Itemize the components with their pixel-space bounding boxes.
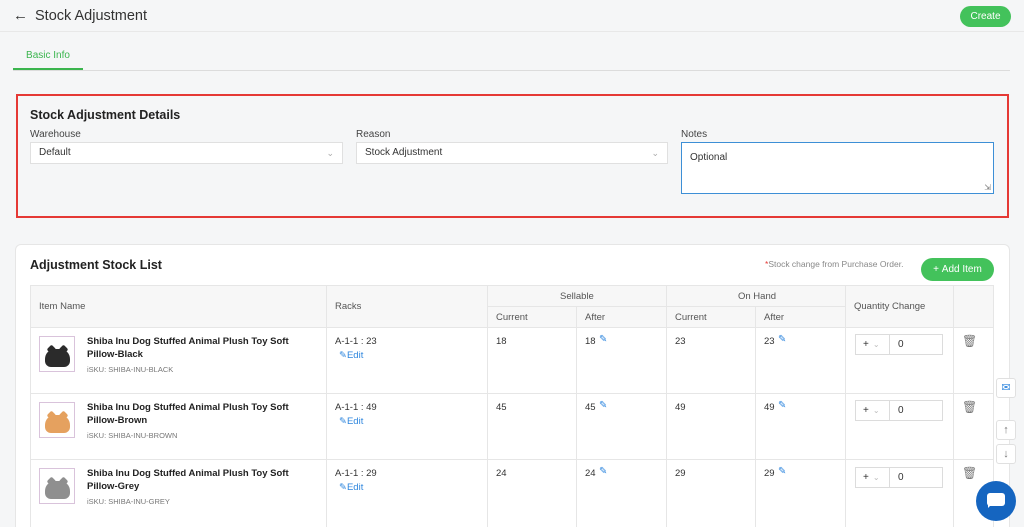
chevron-down-icon: ⌄ (872, 340, 880, 349)
chevron-down-icon: ⌄ (326, 148, 334, 158)
rack-value: A-1-1 : 29 (335, 468, 377, 479)
plush-body (45, 415, 70, 433)
stock-list-title: Adjustment Stock List (30, 258, 162, 272)
onhand-after: 49 (764, 402, 775, 413)
edit-label: Edit (346, 416, 364, 427)
col-sellable-after: After (585, 312, 606, 323)
warehouse-label: Warehouse (30, 129, 81, 140)
onhand-after: 29 (764, 468, 775, 479)
item-sku: iSKU: SHIBA-INU-BLACK (87, 365, 174, 374)
product-image (39, 336, 75, 372)
mail-icon[interactable]: ✉ (996, 378, 1016, 398)
tab-basic-info[interactable]: Basic Info (13, 48, 83, 70)
item-sku: iSKU: SHIBA-INU-BROWN (87, 431, 178, 440)
notes-placeholder: Optional (690, 152, 728, 163)
sign-value: + (863, 472, 869, 483)
arrow-up-icon[interactable]: ↑ (996, 420, 1016, 440)
sign-select[interactable]: + ⌄ (855, 467, 890, 488)
sign-value: + (863, 405, 869, 416)
reason-label: Reason (356, 129, 391, 140)
col-sellable-current: Current (496, 312, 528, 323)
edit-label: Edit (346, 482, 364, 493)
pencil-icon: ✎ (339, 482, 347, 493)
arrow-down-icon[interactable]: ↓ (996, 444, 1016, 464)
chevron-down-icon: ⌄ (872, 406, 880, 415)
item-name: Shiba Inu Dog Stuffed Animal Plush Toy S… (87, 402, 289, 426)
onhand-after: 23 (764, 336, 775, 347)
back-arrow-icon[interactable]: ← (13, 7, 28, 24)
add-item-button[interactable]: + Add Item (921, 258, 994, 281)
edit-rack-link[interactable]: ✎Edit (339, 416, 363, 427)
chevron-down-icon: ⌄ (651, 148, 659, 158)
plush-body (45, 349, 70, 367)
sellable-after: 24 (585, 468, 596, 479)
item-sku: iSKU: SHIBA-INU-GREY (87, 497, 170, 506)
chat-button[interactable] (976, 481, 1016, 521)
col-quantity-change: Quantity Change (854, 301, 926, 312)
top-bar (0, 0, 1024, 32)
onhand-current: 29 (675, 468, 686, 479)
onhand-current: 23 (675, 336, 686, 347)
quantity-input[interactable]: 0 (889, 400, 943, 421)
pencil-icon[interactable]: ✎ (778, 334, 786, 345)
pencil-icon[interactable]: ✎ (599, 400, 607, 411)
rack-value: A-1-1 : 23 (335, 336, 377, 347)
details-title: Stock Adjustment Details (30, 108, 181, 122)
sellable-after: 45 (585, 402, 596, 413)
warehouse-select[interactable]: Default ⌄ (30, 142, 343, 164)
purchase-order-note: *Stock change from Purchase Order. (765, 259, 903, 269)
sign-value: + (863, 339, 869, 350)
notes-textarea[interactable]: Optional ⇲ (681, 142, 994, 194)
resize-grip-icon[interactable]: ⇲ (984, 183, 991, 192)
quantity-input[interactable]: 0 (889, 467, 943, 488)
edit-rack-link[interactable]: ✎Edit (339, 482, 363, 493)
pencil-icon[interactable]: ✎ (599, 466, 607, 477)
tab-divider (13, 70, 1010, 71)
col-onhand-current: Current (675, 312, 707, 323)
note-text: Stock change from Purchase Order. (768, 259, 904, 269)
col-on-hand: On Hand (738, 291, 777, 302)
add-item-label: Add Item (941, 264, 982, 275)
trash-icon[interactable]: 🗑 (962, 466, 977, 480)
col-sellable: Sellable (560, 291, 594, 302)
quantity-input[interactable]: 0 (889, 334, 943, 355)
edit-rack-link[interactable]: ✎Edit (339, 350, 363, 361)
plush-body (45, 481, 70, 499)
notes-label: Notes (681, 129, 708, 140)
col-racks: Racks (335, 301, 362, 312)
pencil-icon: ✎ (339, 416, 347, 427)
pencil-icon[interactable]: ✎ (778, 400, 786, 411)
onhand-current: 49 (675, 402, 686, 413)
edit-label: Edit (346, 350, 364, 361)
rack-value: A-1-1 : 49 (335, 402, 377, 413)
chevron-down-icon: ⌄ (872, 473, 880, 482)
pencil-icon[interactable]: ✎ (778, 466, 786, 477)
trash-icon[interactable]: 🗑 (962, 334, 977, 348)
col-item-name: Item Name (39, 301, 86, 312)
sellable-current: 45 (496, 402, 507, 413)
sellable-current: 18 (496, 336, 507, 347)
warehouse-value: Default (39, 147, 71, 158)
sign-select[interactable]: + ⌄ (855, 400, 890, 421)
plus-icon: + (933, 264, 940, 275)
sellable-after: 18 (585, 336, 596, 347)
create-button[interactable]: Create (960, 6, 1011, 27)
pencil-icon: ✎ (339, 350, 347, 361)
chat-bubble-tail (988, 504, 992, 508)
page-title: Stock Adjustment (35, 8, 148, 24)
sign-select[interactable]: + ⌄ (855, 334, 890, 355)
col-onhand-after: After (764, 312, 785, 323)
pencil-icon[interactable]: ✎ (599, 334, 607, 345)
reason-select[interactable]: Stock Adjustment ⌄ (356, 142, 668, 164)
sellable-current: 24 (496, 468, 507, 479)
product-image (39, 402, 75, 438)
item-name: Shiba Inu Dog Stuffed Animal Plush Toy S… (87, 468, 289, 492)
trash-icon[interactable]: 🗑 (962, 400, 977, 414)
product-image (39, 468, 75, 504)
item-name: Shiba Inu Dog Stuffed Animal Plush Toy S… (87, 336, 289, 360)
reason-value: Stock Adjustment (365, 147, 443, 158)
